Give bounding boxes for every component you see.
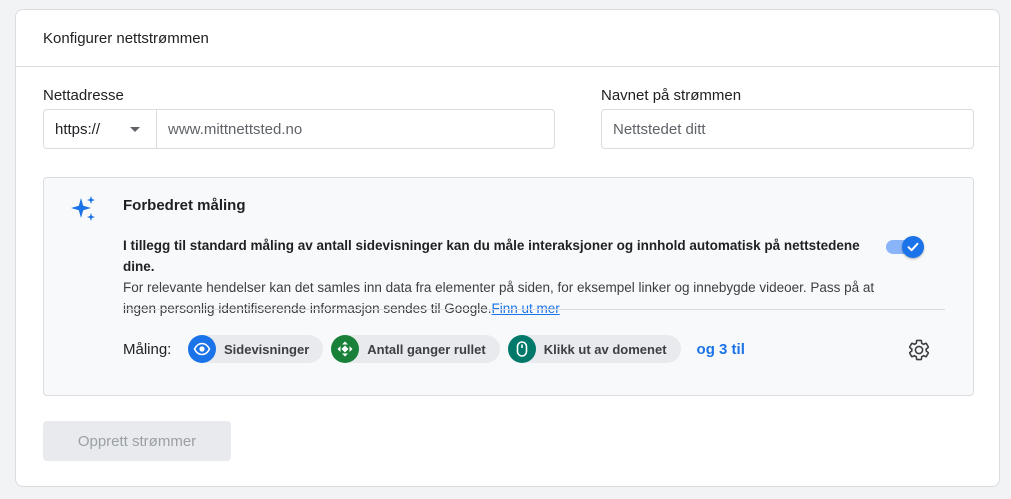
stream-name-label: Navnet på strømmen — [601, 87, 742, 104]
toggle-knob — [902, 236, 924, 258]
checkmark-icon — [907, 242, 919, 252]
sparkle-icon — [71, 196, 95, 221]
eye-icon — [188, 335, 216, 363]
measurement-chips: Sidevisninger Antall ganger rullet Klikk… — [188, 335, 745, 363]
more-measurements-link[interactable]: og 3 til — [697, 341, 745, 358]
protocol-select[interactable]: https:// — [44, 110, 157, 148]
divider — [123, 309, 945, 310]
website-url-input[interactable] — [157, 110, 554, 148]
mouse-icon — [507, 335, 536, 363]
dropdown-arrow-icon — [130, 127, 140, 132]
url-input-group: https:// — [43, 109, 555, 149]
description-bold-text: I tillegg til standard måling av antall … — [123, 238, 860, 274]
chip-scrolls[interactable]: Antall ganger rullet — [331, 335, 500, 363]
create-stream-button[interactable]: Opprett strømmer — [43, 421, 231, 461]
stream-name-field — [601, 109, 974, 149]
protocol-value: https:// — [55, 120, 101, 138]
url-label: Nettadresse — [43, 87, 124, 104]
chip-label: Sidevisninger — [224, 341, 310, 357]
card-title: Konfigurer nettstrømmen — [16, 10, 999, 67]
enhanced-measurement-description: I tillegg til standard måling av antall … — [123, 235, 883, 319]
scroll-icon — [331, 335, 360, 363]
gear-icon[interactable] — [907, 338, 931, 362]
chip-label: Klikk ut av domenet — [543, 341, 667, 357]
stream-name-input[interactable] — [602, 110, 973, 148]
enhanced-measurement-title: Forbedret måling — [123, 197, 246, 214]
enhanced-measurement-toggle[interactable] — [884, 236, 926, 258]
chip-label: Antall ganger rullet — [367, 341, 486, 357]
chip-outbound-clicks[interactable]: Klikk ut av domenet — [507, 335, 681, 363]
enhanced-measurement-panel: Forbedret måling I tillegg til standard … — [43, 177, 974, 396]
chip-page-views[interactable]: Sidevisninger — [188, 335, 324, 363]
measurement-label: Måling: — [123, 341, 172, 358]
